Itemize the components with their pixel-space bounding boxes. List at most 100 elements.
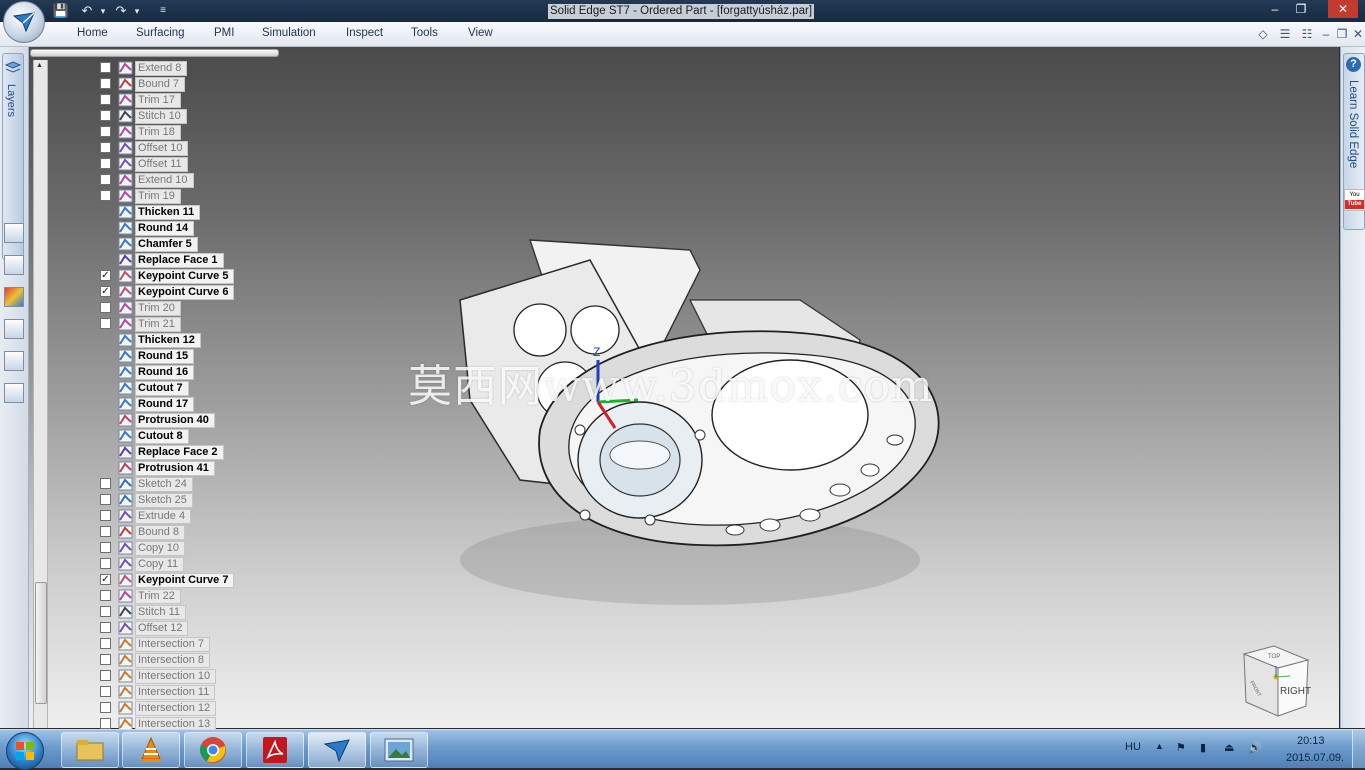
ribbon-restore-icon[interactable]: ❐ (1334, 26, 1350, 42)
feature-visibility-checkbox[interactable]: ✓ (100, 574, 111, 585)
clock-date[interactable]: 2015.07.09. (1286, 752, 1344, 764)
family-of-parts-icon[interactable] (4, 255, 24, 275)
help-icon: ? (1346, 57, 1361, 72)
feature-tree-item-label: Trim 20 (135, 301, 181, 316)
view-cube[interactable]: TOP FRONT RIGHT (1238, 642, 1313, 720)
feature-visibility-checkbox[interactable] (100, 718, 111, 729)
trim-feature-icon (118, 301, 133, 315)
show-desktop-button[interactable] (1352, 730, 1365, 768)
tab-surfacing[interactable]: Surfacing (136, 27, 185, 39)
taskbar-explorer[interactable] (61, 732, 119, 768)
redo-dropdown-icon[interactable]: ▾ (128, 2, 146, 20)
feature-visibility-checkbox[interactable] (100, 318, 111, 329)
taskbar-vlc[interactable] (122, 732, 180, 768)
tab-tools[interactable]: Tools (411, 27, 438, 39)
feature-visibility-checkbox[interactable] (100, 494, 111, 505)
feature-visibility-checkbox[interactable] (100, 478, 111, 489)
scroll-thumb[interactable] (35, 582, 47, 704)
feature-visibility-checkbox[interactable] (100, 78, 111, 89)
feature-tree-item-label: Replace Face 2 (135, 445, 224, 460)
feature-visibility-checkbox[interactable] (100, 94, 111, 105)
tree-scrollbar[interactable]: ▲ (33, 60, 48, 728)
start-button[interactable] (6, 732, 44, 770)
feature-tree-item-label: Copy 10 (135, 541, 185, 556)
feature-visibility-checkbox[interactable] (100, 686, 111, 697)
taskbar-chrome[interactable] (184, 732, 242, 768)
tab-inspect[interactable]: Inspect (346, 27, 383, 39)
save-icon[interactable]: 💾 (52, 2, 70, 20)
right-panel: ? Learn Solid Edge You Tube (1340, 47, 1365, 728)
tab-home[interactable]: Home (77, 27, 108, 39)
usb-device-icon[interactable]: ⏏ (1224, 741, 1234, 754)
application-button[interactable] (3, 1, 45, 43)
title-bar: 💾 ↶ ▾ ↷ ▾ ≡ Solid Edge ST7 - Ordered Par… (0, 0, 1365, 22)
ribbon-minimize-icon[interactable]: ‒ (1318, 26, 1334, 42)
feature-visibility-checkbox[interactable] (100, 302, 111, 313)
language-indicator[interactable]: HU (1125, 741, 1141, 753)
feature-library-icon[interactable] (4, 223, 24, 243)
feature-visibility-checkbox[interactable] (100, 110, 111, 121)
taskbar-solid-edge[interactable] (308, 732, 366, 768)
feature-visibility-checkbox[interactable] (100, 174, 111, 185)
feature-visibility-checkbox[interactable]: ✓ (100, 286, 111, 297)
tray-expand-icon[interactable]: ▲ (1155, 741, 1164, 751)
volume-icon[interactable]: 🔊 (1248, 741, 1262, 754)
part-model[interactable]: Z (400, 230, 960, 630)
feature-tree-item-label: Extrude 4 (135, 509, 192, 524)
feature-visibility-checkbox[interactable] (100, 142, 111, 153)
taskbar-acrobat[interactable] (246, 732, 304, 768)
protrusion-feature-icon (118, 461, 133, 475)
feature-visibility-checkbox[interactable] (100, 670, 111, 681)
feature-visibility-checkbox[interactable] (100, 590, 111, 601)
tab-pmi[interactable]: PMI (214, 27, 234, 39)
color-manager-icon[interactable] (4, 287, 24, 307)
feature-tree-item-label: Keypoint Curve 5 (135, 269, 235, 284)
taskbar-image-viewer[interactable] (370, 732, 428, 768)
options-icon[interactable]: ☷ (1299, 26, 1315, 42)
copy-view-icon[interactable] (4, 351, 24, 371)
minimize-button[interactable]: ‒ (1264, 0, 1286, 18)
feature-visibility-checkbox[interactable] (100, 558, 111, 569)
feature-visibility-checkbox[interactable] (100, 606, 111, 617)
feature-tree-item-label: Intersection 10 (135, 669, 217, 684)
feature-visibility-checkbox[interactable] (100, 654, 111, 665)
round-feature-icon (118, 365, 133, 379)
feature-visibility-checkbox[interactable] (100, 542, 111, 553)
feature-visibility-checkbox[interactable] (100, 510, 111, 521)
feature-visibility-checkbox[interactable]: ✓ (100, 270, 111, 281)
vlc-icon (141, 737, 161, 762)
feature-visibility-checkbox[interactable] (100, 702, 111, 713)
feature-visibility-checkbox[interactable] (100, 62, 111, 73)
diamond-icon[interactable]: ◇ (1255, 26, 1271, 42)
close-button[interactable]: ✕ (1328, 0, 1358, 18)
feature-visibility-checkbox[interactable] (100, 526, 111, 537)
feature-visibility-checkbox[interactable] (100, 622, 111, 633)
view-cube-top-label: TOP (1268, 654, 1280, 660)
customize-toolbar-icon[interactable]: ≡ (154, 2, 172, 20)
tab-view[interactable]: View (468, 27, 493, 39)
clock-time[interactable]: 20:13 (1297, 735, 1325, 747)
feature-visibility-checkbox[interactable] (100, 126, 111, 137)
undo-dropdown-icon[interactable]: ▾ (94, 2, 112, 20)
window-title: Solid Edge ST7 - Ordered Part - [forgatt… (548, 4, 815, 19)
ribbon-close-icon[interactable]: ✕ (1350, 26, 1365, 42)
panel-splitter[interactable] (30, 49, 279, 57)
restore-button[interactable]: ❐ (1290, 0, 1312, 18)
youtube-icon[interactable]: You Tube (1344, 189, 1365, 211)
list-icon[interactable]: ☰ (1277, 26, 1293, 42)
feature-tree-item-label: Offset 11 (135, 157, 188, 172)
feature-visibility-checkbox[interactable] (100, 158, 111, 169)
stitch-feature-icon (118, 605, 133, 619)
properties-icon[interactable] (4, 319, 24, 339)
feature-tree-item-label: Round 17 (135, 397, 195, 412)
feature-visibility-checkbox[interactable] (100, 190, 111, 201)
feature-visibility-checkbox[interactable] (100, 638, 111, 649)
view-cube-right-label[interactable]: RIGHT (1280, 686, 1311, 697)
layers-label: Layers (5, 84, 17, 118)
tab-simulation[interactable]: Simulation (262, 27, 316, 39)
settings-icon[interactable] (4, 383, 24, 403)
scroll-up-icon[interactable]: ▲ (36, 62, 43, 69)
action-center-flag-icon[interactable]: ⚑ (1176, 741, 1186, 754)
network-signal-icon[interactable]: ▮ (1200, 741, 1206, 754)
feature-tree-item-label: Round 16 (135, 365, 195, 380)
